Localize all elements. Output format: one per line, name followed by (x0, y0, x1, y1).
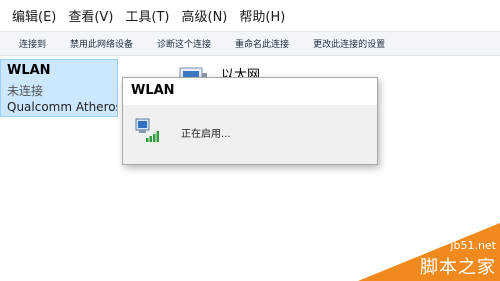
adapter-wlan[interactable]: WLAN 未连接 Qualcomm Atheros (0, 59, 118, 117)
watermark: jb51.net 脚本之家 (358, 223, 500, 281)
menu-view[interactable]: 查看(V) (62, 6, 119, 25)
rename-connection-button[interactable]: 重命名此连接 (235, 37, 289, 50)
menu-bar: 编辑(E) 查看(V) 工具(T) 高级(N) 帮助(H) (0, 0, 500, 31)
adapter-wlan-device: Qualcomm Atheros (7, 100, 118, 114)
watermark-text: 脚本之家 (420, 257, 496, 278)
menu-help[interactable]: 帮助(H) (233, 6, 291, 25)
wifi-signal-icon (135, 118, 159, 142)
menu-advanced[interactable]: 高级(N) (176, 6, 234, 25)
adapter-wlan-status: 未连接 (7, 84, 44, 98)
change-settings-button[interactable]: 更改此连接的设置 (313, 37, 385, 50)
enabling-dialog: WLAN 正在启用... (122, 77, 378, 165)
watermark-url: jb51.net (450, 239, 496, 252)
menu-edit[interactable]: 编辑(E) (0, 6, 62, 25)
dialog-title-bar: WLAN (123, 78, 377, 105)
dialog-message: 正在启用... (181, 129, 231, 140)
command-bar: 连接到 禁用此网络设备 诊断这个连接 重命名此连接 更改此连接的设置 (0, 31, 500, 56)
disable-device-button[interactable]: 禁用此网络设备 (70, 37, 133, 50)
adapter-wlan-name: WLAN (7, 63, 51, 78)
menu-tools[interactable]: 工具(T) (119, 6, 175, 25)
dialog-title: WLAN (131, 83, 175, 98)
connect-to-button[interactable]: 连接到 (19, 37, 46, 50)
diagnose-connection-button[interactable]: 诊断这个连接 (157, 37, 211, 50)
